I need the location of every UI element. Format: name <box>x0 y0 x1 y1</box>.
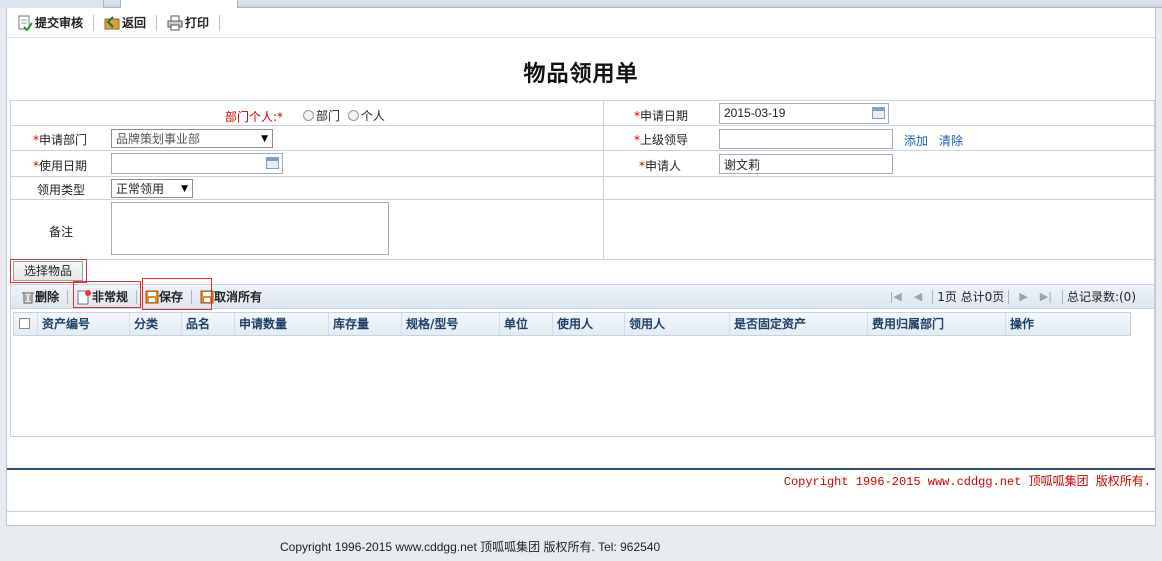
print-label: 打印 <box>185 16 210 30</box>
dept-person-label: 部门个人:* <box>225 110 284 124</box>
row-divider <box>11 176 1154 177</box>
print-button[interactable]: 打印 <box>167 13 209 33</box>
delete-button[interactable]: 删除 <box>21 288 59 305</box>
col-item-name[interactable]: 品名 <box>182 313 235 335</box>
footer-divider <box>7 468 1155 470</box>
tab-current[interactable] <box>120 0 238 8</box>
row-divider <box>11 259 1154 260</box>
bottom-line <box>7 511 1155 512</box>
add-link[interactable]: 添加 <box>904 132 928 149</box>
row-divider <box>11 150 1154 151</box>
toolbar-separator <box>219 14 221 31</box>
use-date-input[interactable] <box>111 153 283 174</box>
tab-previous[interactable] <box>0 0 104 8</box>
use-date-label: *使用日期 <box>33 159 88 173</box>
toolbar-separator <box>93 14 95 31</box>
column-divider <box>603 101 604 259</box>
last-page-icon[interactable]: ▶| <box>1040 290 1052 303</box>
pager-separator <box>1008 289 1010 304</box>
cancel-all-label: 取消所有 <box>214 290 263 304</box>
pager-separator <box>932 289 934 304</box>
apply-dept-select[interactable]: 品牌策划事业部 ▼ <box>111 129 273 148</box>
request-form: 部门个人:* 部门 个人 *申请日期 2015-03-19 *申请部门 品牌策划… <box>10 100 1155 291</box>
radio-dept[interactable] <box>303 110 314 121</box>
printer-icon <box>167 15 183 30</box>
prev-page-icon[interactable]: ◀ <box>914 290 922 303</box>
col-recipient[interactable]: 领用人 <box>625 313 730 335</box>
type-select[interactable]: 正常领用 ▼ <box>111 179 193 198</box>
radio-person-label: 个人 <box>360 109 385 123</box>
radio-person[interactable] <box>347 110 359 121</box>
apply-dept-label: *申请部门 <box>33 133 88 147</box>
apply-date-label: *申请日期 <box>634 109 689 123</box>
trash-icon <box>22 292 34 303</box>
top-toolbar: 提交审核 返回 打印 <box>7 8 1155 38</box>
total-records: 总记录数:(0) <box>1066 290 1136 304</box>
highlight-box <box>10 259 87 283</box>
apply-date-input[interactable]: 2015-03-19 <box>719 103 889 124</box>
col-asset-no[interactable]: 资产编号 <box>38 313 130 335</box>
delete-label: 删除 <box>35 290 60 304</box>
col-fixed-asset[interactable]: 是否固定资产 <box>730 313 868 335</box>
remark-label: 备注 <box>49 225 74 239</box>
select-all-cell <box>14 313 38 335</box>
col-cost-dept[interactable]: 费用归属部门 <box>868 313 1006 335</box>
applicant-input[interactable]: 谢文莉 <box>719 154 893 174</box>
select-all-checkbox[interactable] <box>19 318 30 329</box>
submit-doc-icon <box>18 15 33 31</box>
pager-text: 1页 总计0页 <box>937 290 1005 304</box>
col-operation[interactable]: 操作 <box>1006 313 1130 335</box>
col-request-qty[interactable]: 申请数量 <box>235 313 329 335</box>
type-label: 领用类型 <box>37 183 86 197</box>
highlight-box <box>73 281 141 308</box>
col-unit[interactable]: 单位 <box>500 313 553 335</box>
remark-textarea[interactable] <box>111 202 389 255</box>
row-divider <box>11 125 1154 126</box>
submit-review-label: 提交审核 <box>35 16 84 30</box>
chevron-down-icon: ▼ <box>261 133 268 144</box>
clear-link[interactable]: 清除 <box>939 132 963 149</box>
next-page-icon[interactable]: ▶ <box>1019 290 1027 303</box>
col-stock[interactable]: 库存量 <box>329 313 402 335</box>
calendar-icon[interactable] <box>266 157 279 169</box>
grid-toolbar-separator <box>67 289 69 304</box>
highlight-box <box>142 278 212 310</box>
chevron-down-icon: ▼ <box>181 183 188 194</box>
col-spec[interactable]: 规格/型号 <box>402 313 500 335</box>
back-icon <box>104 15 120 29</box>
superior-input[interactable] <box>719 129 893 149</box>
first-page-icon[interactable]: |◀ <box>890 290 902 303</box>
submit-review-button[interactable]: 提交审核 <box>17 13 83 33</box>
tab-strip <box>0 0 1162 8</box>
calendar-icon[interactable] <box>872 107 885 119</box>
col-user[interactable]: 使用人 <box>553 313 625 335</box>
pager-separator <box>1061 289 1063 304</box>
page-title: 物品领用单 <box>523 62 639 87</box>
grid-header: 资产编号 分类 品名 申请数量 库存量 规格/型号 单位 使用人 领用人 是否固… <box>13 312 1131 336</box>
col-category[interactable]: 分类 <box>130 313 182 335</box>
main-frame: 提交审核 返回 打印 物品领用单 部门个人:* 部门 个人 *申请日期 2015… <box>6 8 1156 526</box>
superior-label: *上级领导 <box>634 133 689 147</box>
back-label: 返回 <box>122 16 147 30</box>
copyright-red: Copyright 1996-2015 www.cddgg.net 顶呱呱集团 … <box>783 475 1151 489</box>
applicant-label: *申请人 <box>639 159 682 173</box>
radio-dept-label: 部门 <box>316 109 341 123</box>
pager: |◀ ◀ 1页 总计0页 ▶ ▶| 总记录数:(0) <box>884 288 1136 305</box>
back-button[interactable]: 返回 <box>104 13 146 33</box>
radio-group: 部门 个人 <box>303 107 385 124</box>
row-divider <box>11 199 1154 200</box>
toolbar-separator <box>156 14 158 31</box>
page-footer: Copyright 1996-2015 www.cddgg.net 顶呱呱集团 … <box>280 540 661 554</box>
